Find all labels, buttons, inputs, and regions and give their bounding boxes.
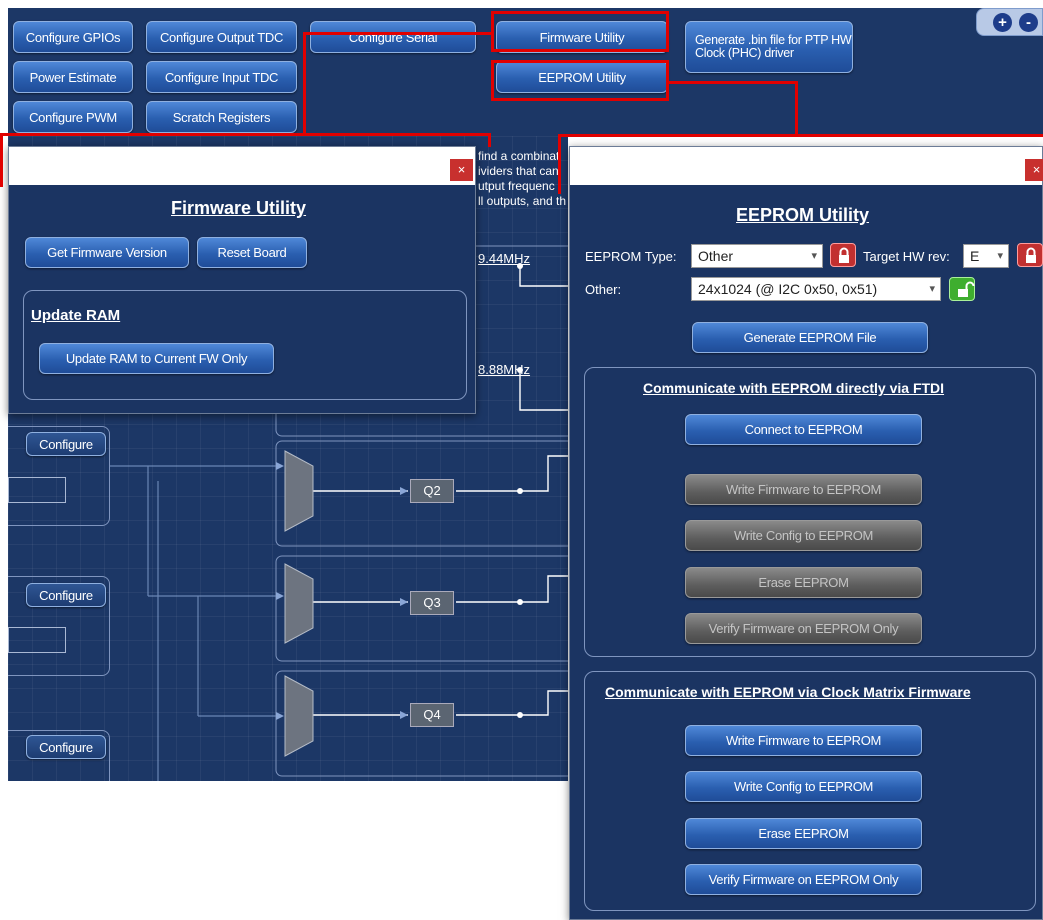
- target-hw-rev-label: Target HW rev:: [863, 249, 950, 264]
- window-title: Firmware Utility: [171, 198, 307, 218]
- frequency-label[interactable]: 9.44MHz: [478, 251, 530, 266]
- target-hw-rev-select[interactable]: E ▾: [963, 244, 1009, 268]
- frequency-label[interactable]: 8.88MHz: [478, 362, 530, 377]
- chevron-down-icon: ▾: [929, 283, 935, 295]
- zoom-in-icon[interactable]: +: [993, 13, 1012, 32]
- callout-line: [303, 32, 494, 35]
- write-config-to-eeprom-button[interactable]: Write Config to EEPROM: [685, 520, 922, 551]
- configure-gpios-button[interactable]: Configure GPIOs: [13, 21, 133, 53]
- write-firmware-to-eeprom-button[interactable]: Write Firmware to EEPROM: [685, 474, 922, 505]
- input-field[interactable]: [8, 477, 66, 503]
- verify-firmware-button[interactable]: Verify Firmware on EEPROM Only: [685, 613, 922, 644]
- lock-icon[interactable]: [830, 243, 856, 267]
- callout-line: [0, 133, 3, 187]
- connect-to-eeprom-button[interactable]: Connect to EEPROM: [685, 414, 922, 445]
- window-titlebar: [570, 147, 1042, 185]
- callout-line: [488, 133, 491, 147]
- close-icon[interactable]: ×: [450, 159, 473, 181]
- output-q2-box[interactable]: Q2: [410, 479, 454, 503]
- unlock-icon[interactable]: [949, 277, 975, 301]
- firmware-eeprom-group-title: Communicate with EEPROM via Clock Matrix…: [605, 684, 971, 700]
- callout-line: [303, 32, 306, 136]
- write-config-to-eeprom-button[interactable]: Write Config to EEPROM: [685, 771, 922, 802]
- firmware-utility-highlight: [491, 11, 669, 52]
- close-icon[interactable]: ×: [1025, 159, 1043, 181]
- eeprom-utility-window: × EEPROM Utility EEPROM Type: Other ▾ Tar…: [569, 146, 1043, 920]
- window-title: EEPROM Utility: [736, 205, 870, 225]
- reset-board-button[interactable]: Reset Board: [197, 237, 307, 268]
- other-eeprom-select[interactable]: 24x1024 (@ I2C 0x50, 0x51) ▾: [691, 277, 941, 301]
- get-firmware-version-button[interactable]: Get Firmware Version: [25, 237, 189, 268]
- configure-button[interactable]: Configure: [26, 432, 106, 456]
- callout-line: [558, 134, 1043, 137]
- eeprom-type-label: EEPROM Type:: [585, 249, 677, 264]
- zoom-control: + -: [976, 8, 1043, 36]
- configure-button[interactable]: Configure: [26, 583, 106, 607]
- lock-icon[interactable]: [1017, 243, 1043, 267]
- chevron-down-icon: ▾: [811, 250, 817, 262]
- generate-eeprom-file-button[interactable]: Generate EEPROM File: [692, 322, 928, 353]
- firmware-utility-window: × Firmware Utility Get Firmware Version …: [8, 146, 476, 414]
- ftdi-group-title: Communicate with EEPROM directly via FTD…: [643, 380, 945, 396]
- configure-pwm-button[interactable]: Configure PWM: [13, 101, 133, 133]
- erase-eeprom-button[interactable]: Erase EEPROM: [685, 567, 922, 598]
- eeprom-utility-highlight: [491, 60, 669, 101]
- input-field[interactable]: [8, 627, 66, 653]
- scratch-registers-button[interactable]: Scratch Registers: [146, 101, 297, 133]
- chevron-down-icon: ▾: [997, 250, 1003, 262]
- update-ram-button[interactable]: Update RAM to Current FW Only: [39, 343, 274, 374]
- update-ram-title: Update RAM: [31, 307, 121, 324]
- configure-button[interactable]: Configure: [26, 735, 106, 759]
- generate-bin-file-button[interactable]: Generate .bin file for PTP HW Clock (PHC…: [685, 21, 853, 73]
- callout-line: [558, 134, 561, 194]
- zoom-out-icon[interactable]: -: [1019, 13, 1038, 32]
- power-estimate-button[interactable]: Power Estimate: [13, 61, 133, 93]
- eeprom-type-select[interactable]: Other ▾: [691, 244, 823, 268]
- verify-firmware-button[interactable]: Verify Firmware on EEPROM Only: [685, 864, 922, 895]
- configure-serial-button[interactable]: Configure Serial: [310, 21, 476, 53]
- callout-line: [795, 81, 798, 137]
- window-titlebar: [9, 147, 475, 185]
- callout-line: [667, 81, 798, 84]
- output-q3-box[interactable]: Q3: [410, 591, 454, 615]
- erase-eeprom-button[interactable]: Erase EEPROM: [685, 818, 922, 849]
- other-label: Other:: [585, 282, 622, 297]
- callout-line: [0, 133, 491, 136]
- write-firmware-to-eeprom-button[interactable]: Write Firmware to EEPROM: [685, 725, 922, 756]
- output-q4-box[interactable]: Q4: [410, 703, 454, 727]
- description-text: find a combinat ividers that can utput f…: [478, 149, 567, 208]
- configure-input-tdc-button[interactable]: Configure Input TDC: [146, 61, 297, 93]
- screenshot-stage: Configure GPIOs Configure Output TDC Con…: [0, 0, 1043, 920]
- configure-output-tdc-button[interactable]: Configure Output TDC: [146, 21, 297, 53]
